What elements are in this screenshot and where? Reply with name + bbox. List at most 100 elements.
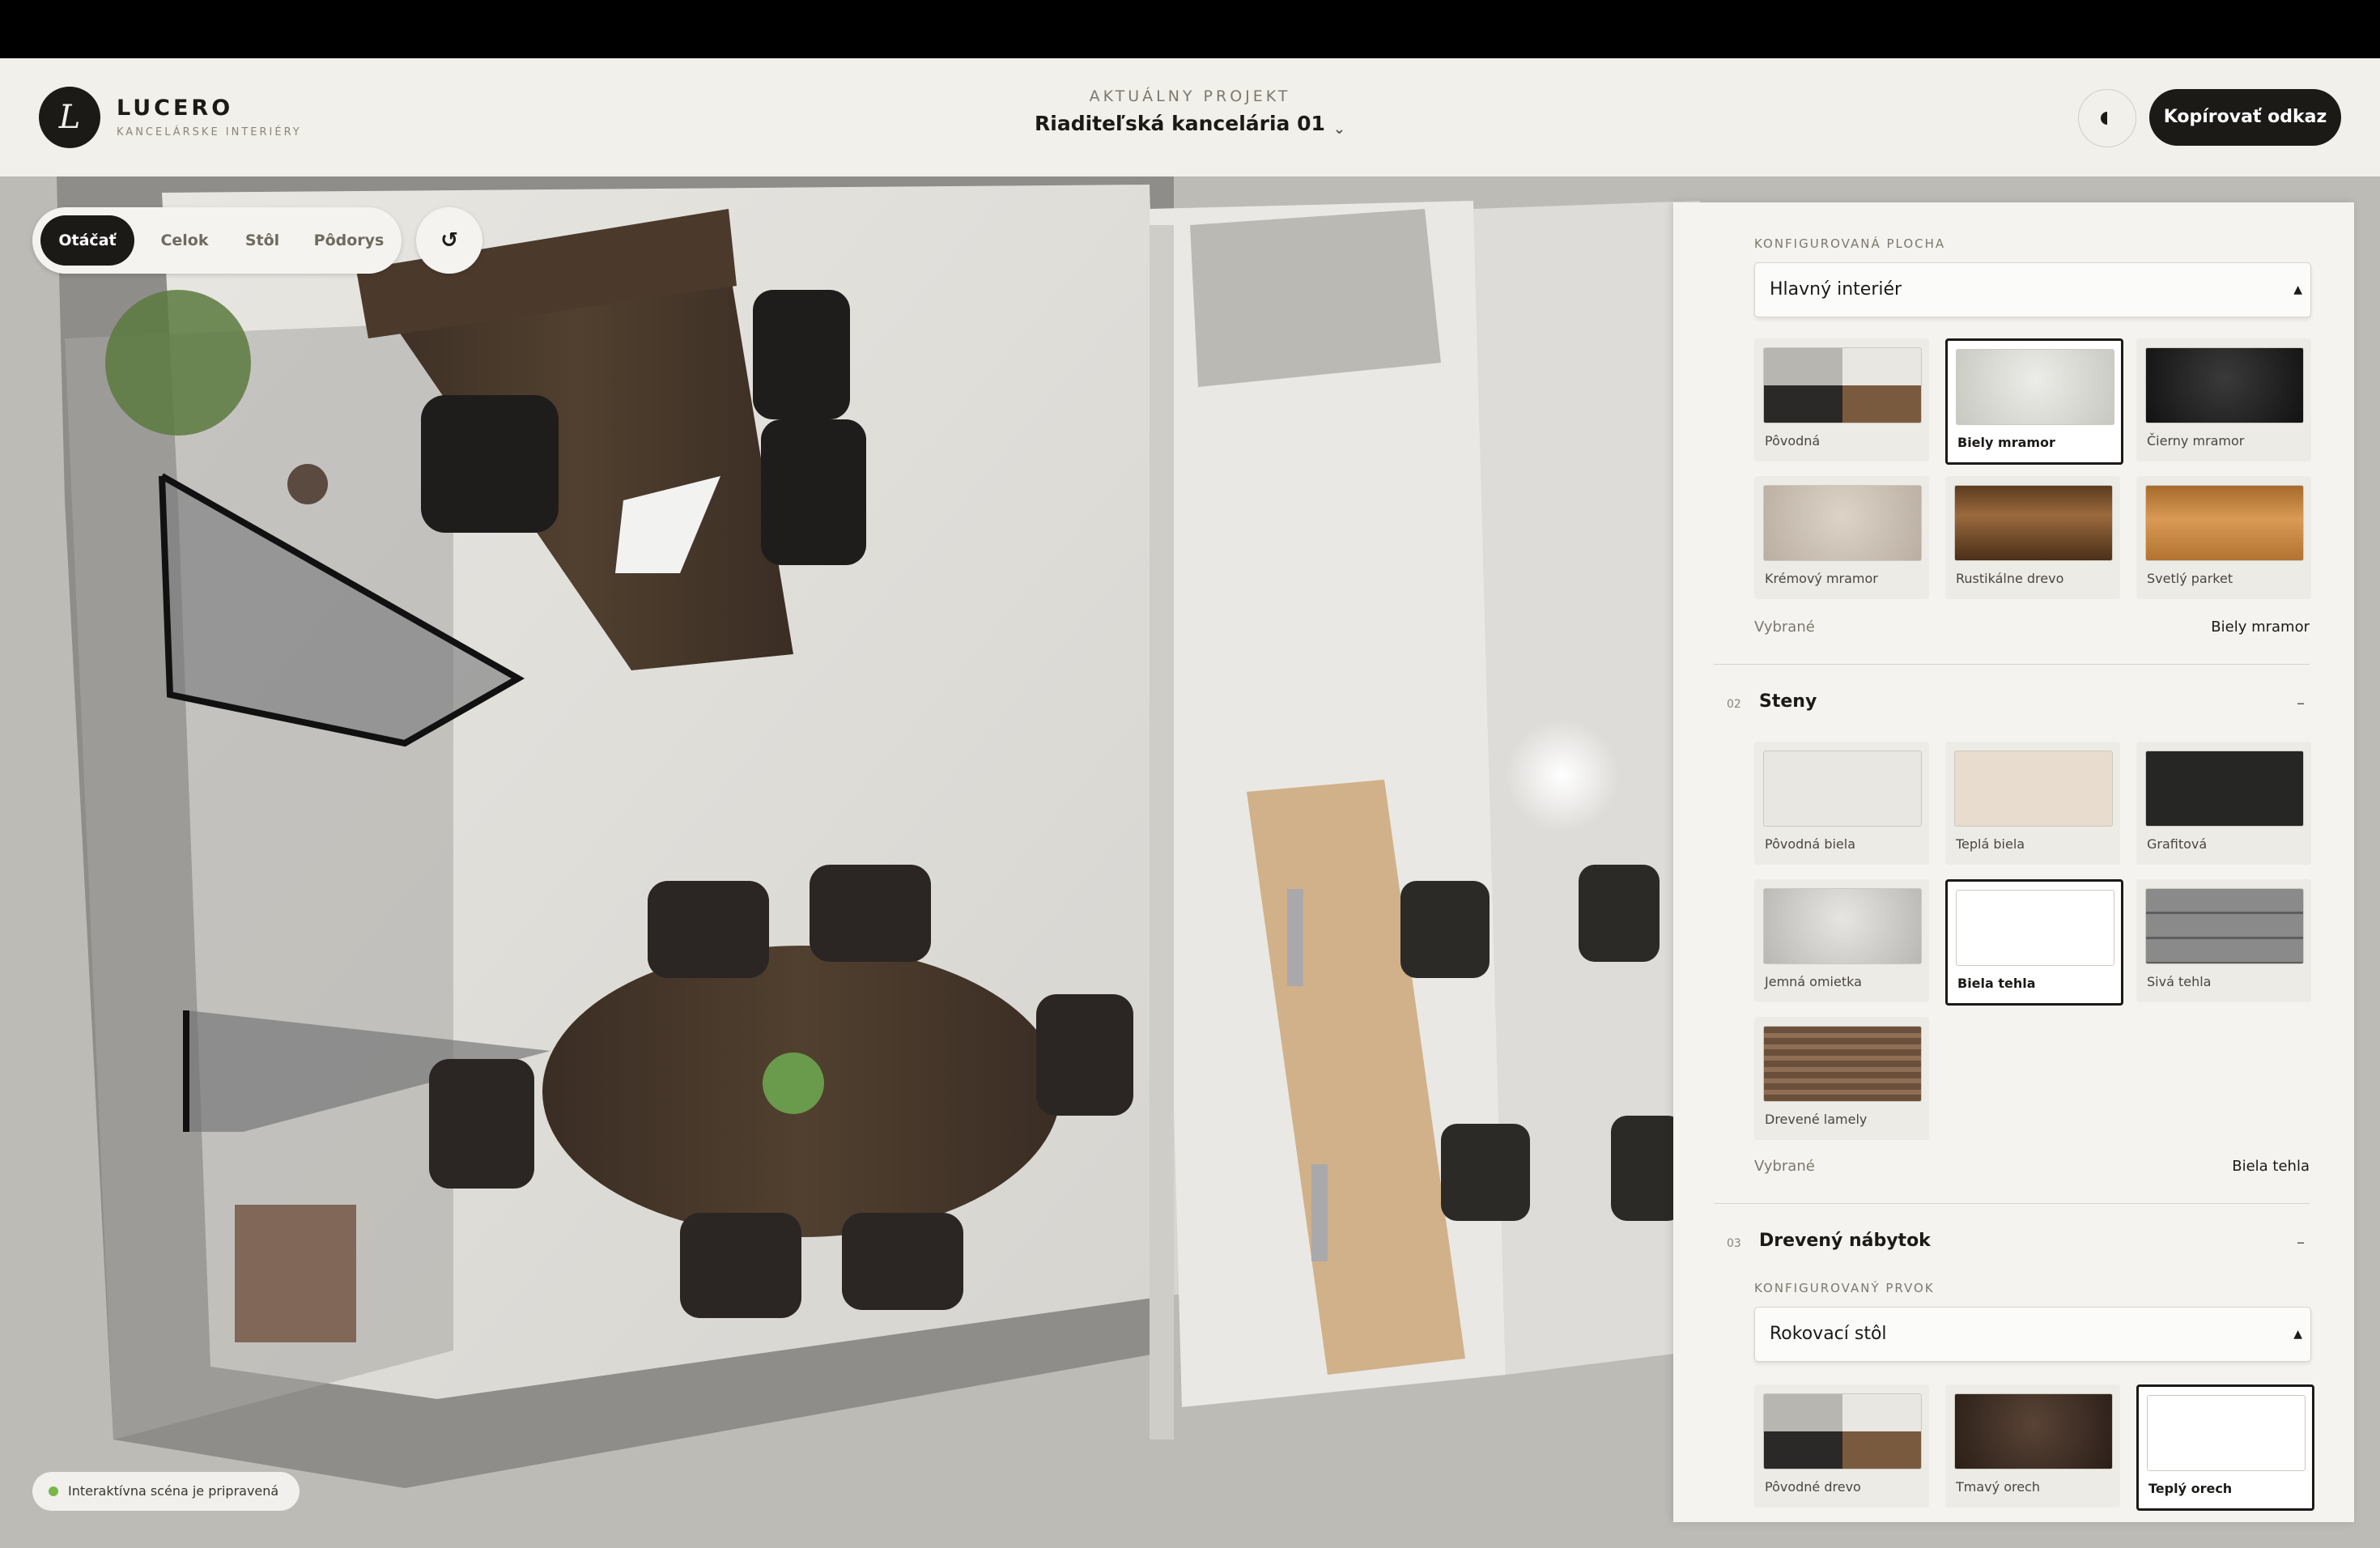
select-arrows-icon: ▲	[2293, 283, 2302, 296]
swatch-label: Teplá biela	[1956, 836, 2025, 852]
swatch-chip	[2145, 485, 2304, 561]
swatch-wall-wood-slats[interactable]: Drevené lamely	[1754, 1017, 1929, 1140]
swatch-floor-rustic-wood[interactable]: Rustikálne drevo	[1945, 476, 2120, 599]
office-chair	[1441, 1124, 1530, 1221]
swatch-wall-original-white[interactable]: Pôvodná biela	[1754, 742, 1929, 865]
area-select[interactable]: Hlavný interiér ▲	[1754, 262, 2311, 317]
reset-view-button[interactable]: ↺	[416, 207, 482, 274]
collapse-icon[interactable]: –	[2297, 1232, 2305, 1252]
element-select-value: Rokovací stôl	[1770, 1324, 1887, 1344]
tab-overview[interactable]: Celok	[146, 215, 223, 266]
swatch-chip	[1954, 485, 2113, 561]
swatch-chip	[1956, 349, 2114, 425]
swatch-chip	[2147, 1395, 2306, 1471]
swatch-wall-graphite[interactable]: Grafitová	[2136, 742, 2311, 865]
swatch-label: Pôvodná biela	[1765, 836, 1856, 852]
plant	[105, 290, 251, 436]
swatch-label: Svetlý parket	[2147, 571, 2233, 586]
monitor	[1311, 1164, 1328, 1261]
swatch-chip	[1956, 890, 2114, 966]
swatch-floor-original[interactable]: Pôvodná	[1754, 338, 1929, 461]
tab-desk[interactable]: Stôl	[223, 215, 301, 266]
meeting-chair	[429, 1059, 534, 1189]
swatch-floor-black-marble[interactable]: Čierny mramor	[2136, 338, 2311, 461]
swatch-floor-light-parquet[interactable]: Svetlý parket	[2136, 476, 2311, 599]
swatch-label: Sivá tehla	[2147, 974, 2212, 989]
swatch-label: Tmavý orech	[1956, 1479, 2040, 1495]
configurator-panel[interactable]: KONFIGUROVANÁ PLOCHA Hlavný interiér ▲ P…	[1673, 202, 2354, 1522]
lounge-chair	[235, 1205, 356, 1342]
section-title-walls[interactable]: Steny	[1759, 691, 1817, 712]
status-text: Interaktívna scéna je pripravená	[68, 1483, 279, 1499]
section-number: 02	[1727, 698, 1741, 711]
swatch-wall-warm-white[interactable]: Teplá biela	[1945, 742, 2120, 865]
swatch-label: Rustikálne drevo	[1956, 571, 2064, 586]
swatch-wall-grey-brick[interactable]: Sivá tehla	[2136, 879, 2311, 1002]
swatch-wall-fine-plaster[interactable]: Jemná omietka	[1754, 879, 1929, 1002]
view-mode-tabs: Otáčať Celok Stôl Pôdorys	[32, 207, 402, 274]
section-divider	[1714, 1203, 2310, 1204]
swatch-label: Biela tehla	[1957, 976, 2036, 991]
tab-rotate[interactable]: Otáčať	[40, 215, 134, 266]
window-top-bar	[0, 0, 2380, 58]
swatch-furniture-dark-walnut[interactable]: Tmavý orech	[1945, 1384, 2120, 1508]
swatch-wall-white-brick[interactable]: Biela tehla	[1945, 879, 2123, 1006]
swatch-label: Jemná omietka	[1765, 974, 1862, 989]
swatch-label: Biely mramor	[1957, 435, 2055, 450]
swatch-chip	[1954, 751, 2113, 827]
visitor-chair	[761, 419, 866, 565]
chevron-down-icon: ⌄	[1332, 121, 1345, 138]
office-chair	[1400, 881, 1490, 978]
project-label: AKTUÁLNY PROJEKT	[1089, 87, 1291, 105]
swatch-chip	[1954, 1393, 2113, 1469]
visitor-chair	[753, 290, 850, 419]
project-select[interactable]: Riaditeľská kancelária 01 ⌄	[1028, 112, 1352, 138]
area-label: KONFIGUROVANÁ PLOCHA	[1754, 236, 1946, 251]
reset-icon: ↺	[440, 228, 458, 253]
selected-value: Biely mramor	[2211, 619, 2310, 636]
swatch-label: Krémový mramor	[1765, 571, 1878, 586]
logo-mark: L	[39, 87, 100, 148]
section-title-furniture[interactable]: Drevený nábytok	[1759, 1231, 1931, 1251]
meeting-chair	[1036, 994, 1133, 1116]
select-arrows-icon: ▲	[2293, 1328, 2302, 1341]
swatch-floor-white-marble[interactable]: Biely mramor	[1945, 338, 2123, 465]
collapse-icon[interactable]: –	[2297, 693, 2305, 712]
project-name: Riaditeľská kancelária 01	[1035, 112, 1325, 135]
swatch-furniture-warm-walnut[interactable]: Teplý orech	[2136, 1384, 2314, 1511]
copy-link-button[interactable]: Kopírovať odkaz	[2149, 89, 2341, 146]
swatch-chip	[1763, 888, 1922, 964]
meeting-chair	[810, 865, 931, 962]
contrast-icon	[2101, 112, 2107, 125]
section-number: 03	[1727, 1237, 1741, 1250]
swatch-chip	[2145, 888, 2304, 964]
status-dot-icon	[49, 1486, 58, 1496]
swatch-chip	[1763, 485, 1922, 561]
swatch-furniture-original-wood[interactable]: Pôvodné drevo	[1754, 1384, 1929, 1508]
swatch-chip	[2145, 751, 2304, 827]
swatch-chip	[1763, 751, 1922, 827]
centerpiece-plant	[763, 1053, 824, 1114]
swatch-label: Čierny mramor	[2147, 433, 2245, 449]
blinds	[1190, 209, 1441, 387]
swatch-chip	[1763, 347, 1922, 423]
element-select[interactable]: Rokovací stôl ▲	[1754, 1307, 2311, 1362]
swatch-label: Pôvodné drevo	[1765, 1479, 1861, 1495]
section-divider	[1714, 664, 2310, 665]
swatch-chip	[2145, 347, 2304, 423]
meeting-chair	[648, 881, 769, 978]
selected-value: Biela tehla	[2232, 1158, 2310, 1175]
area-select-value: Hlavný interiér	[1770, 279, 1902, 300]
selected-label: Vybrané	[1754, 619, 1815, 636]
meeting-chair	[680, 1213, 801, 1318]
brand-name: LUCERO	[117, 96, 234, 121]
monitor	[1287, 889, 1303, 986]
swatch-chip	[1763, 1393, 1922, 1469]
swatch-floor-cream-marble[interactable]: Krémový mramor	[1754, 476, 1929, 599]
selected-label: Vybrané	[1754, 1158, 1815, 1175]
partition-wall	[1150, 225, 1174, 1440]
swatch-label: Drevené lamely	[1765, 1112, 1868, 1127]
tab-floorplan[interactable]: Pôdorys	[304, 215, 393, 266]
plant-pot	[287, 464, 328, 504]
theme-toggle-button[interactable]	[2078, 89, 2136, 147]
